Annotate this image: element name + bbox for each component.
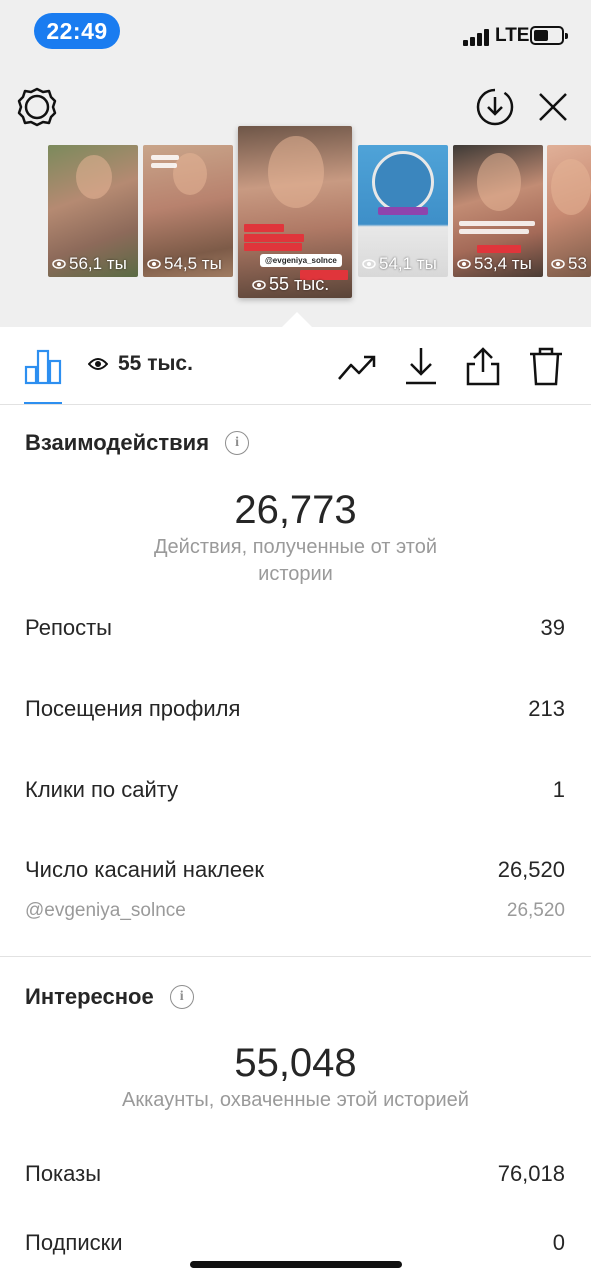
network-type: LTE	[495, 25, 530, 46]
interactions-caption: Действия, полученные от этой истории	[153, 536, 437, 585]
stat-row-profile-visits: Посещения профиля 213	[25, 696, 565, 721]
thumbnail-views: 55 тыс.	[252, 274, 329, 295]
thumbnail-views: 56,1 ты	[52, 254, 127, 274]
info-icon[interactable]: i	[169, 985, 194, 1009]
stat-row-sticker-taps: Число касаний наклеек 26,520	[25, 857, 565, 882]
gear-icon[interactable]	[16, 86, 58, 128]
stat-row-follows: Подписки 0	[25, 1230, 565, 1255]
thumbnail-views: 53,4 ты	[457, 254, 532, 274]
stat-row-sticker-detail: @evgeniya_solnce 26,520	[25, 900, 565, 921]
insights-toolbar: 55 тыс.	[0, 327, 591, 405]
stat-row-reposts: Репосты 39	[25, 615, 565, 640]
story-thumbnail[interactable]: 54,5 ты	[143, 145, 233, 277]
eye-icon	[551, 259, 565, 269]
eye-icon	[362, 259, 376, 269]
story-thumbnail[interactable]: 53,4 ты	[453, 145, 543, 277]
views-count: 55 тыс.	[118, 352, 193, 375]
eye-icon	[457, 259, 471, 269]
interactions-total: 26,773	[234, 488, 357, 532]
close-icon[interactable]	[532, 86, 574, 128]
eye-icon	[252, 279, 266, 290]
thumbnail-views: 54,5 ты	[147, 254, 222, 274]
thumbnail-views: 53	[551, 254, 587, 274]
status-bar: 22:49 LTE	[0, 0, 591, 66]
signal-icon	[463, 28, 493, 46]
discovery-total: 55,048	[234, 1041, 357, 1085]
eye-icon	[88, 358, 108, 370]
eye-icon	[52, 259, 66, 269]
section-divider	[0, 956, 591, 957]
story-thumbnail[interactable]: 56,1 ты	[48, 145, 138, 277]
stat-row-impressions: Показы 76,018	[25, 1161, 565, 1186]
story-thumbnail[interactable]: 53	[547, 145, 591, 277]
download-circle-icon[interactable]	[474, 86, 516, 128]
selection-pointer	[281, 312, 313, 328]
bar-chart-icon[interactable]	[22, 345, 64, 387]
download-icon[interactable]	[400, 345, 442, 387]
eye-icon	[147, 259, 161, 269]
mention-sticker: @evgeniya_solnce	[260, 254, 342, 267]
discovery-caption: Аккаунты, охваченные этой историей	[122, 1089, 469, 1111]
share-icon[interactable]	[462, 345, 504, 387]
home-indicator[interactable]	[190, 1261, 402, 1268]
trash-icon[interactable]	[525, 345, 567, 387]
views-summary: 55 тыс.	[88, 352, 193, 376]
active-tab-indicator	[24, 402, 62, 404]
thumbnail-views: 54,1 ты	[362, 254, 437, 274]
discovery-title: Интересное	[25, 984, 154, 1009]
story-thumbnail[interactable]: 54,1 ты	[358, 145, 448, 277]
story-thumbnail-selected[interactable]: @evgeniya_solnce 55 тыс.	[238, 126, 352, 298]
discovery-section-title: Интересное i	[25, 984, 194, 1010]
info-icon[interactable]: i	[225, 431, 250, 455]
status-time: 22:49	[34, 13, 120, 49]
interactions-section-title: Взаимодействия i	[25, 430, 250, 456]
interactions-title: Взаимодействия	[25, 430, 210, 455]
battery-icon	[530, 26, 568, 45]
trend-icon[interactable]	[336, 347, 378, 389]
stat-row-website-clicks: Клики по сайту 1	[25, 777, 565, 802]
